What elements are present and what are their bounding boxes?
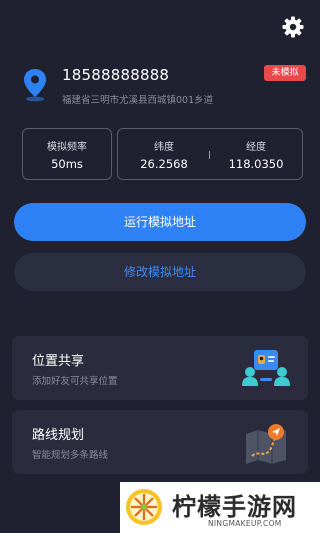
route-planning-panel[interactable]: 路线规划 智能规划多条路线 bbox=[12, 410, 308, 474]
gear-icon[interactable] bbox=[280, 14, 306, 40]
frequency-value: 50ms bbox=[51, 157, 83, 171]
longitude-label: 经度 bbox=[246, 142, 266, 153]
lemon-logo-icon bbox=[126, 489, 162, 525]
location-share-title: 位置共享 bbox=[32, 354, 85, 369]
route-map-icon bbox=[246, 424, 286, 464]
address-text: 福建省三明市尤溪县西城镇001乡道 bbox=[62, 95, 214, 106]
watermark-text: 柠檬手游网 bbox=[172, 493, 297, 521]
latitude-label: 纬度 bbox=[154, 142, 174, 153]
route-planning-title: 路线规划 bbox=[32, 428, 85, 443]
location-share-subtitle: 添加好友可共享位置 bbox=[32, 376, 118, 387]
frequency-label: 模拟频率 bbox=[47, 142, 87, 153]
coordinates-card[interactable]: 纬度 26.2568 经度 118.0350 bbox=[117, 128, 303, 180]
longitude-value: 118.0350 bbox=[228, 157, 284, 171]
location-share-icon bbox=[242, 350, 290, 386]
run-simulation-button[interactable]: 运行模拟地址 bbox=[14, 203, 306, 241]
route-planning-subtitle: 智能规划多条路线 bbox=[32, 450, 109, 461]
watermark-url: NINGMAKEUP.COM bbox=[208, 519, 282, 528]
phone-number: 18588888888 bbox=[62, 66, 170, 84]
location-share-panel[interactable]: 位置共享 添加好友可共享位置 bbox=[12, 336, 308, 400]
watermark: 柠檬手游网 NINGMAKEUP.COM bbox=[120, 482, 320, 533]
frequency-card[interactable]: 模拟频率 50ms bbox=[22, 128, 112, 180]
location-pin-icon bbox=[24, 69, 46, 102]
edit-address-button[interactable]: 修改模拟地址 bbox=[14, 253, 306, 291]
status-badge: 未模拟 bbox=[264, 65, 306, 81]
latitude-value: 26.2568 bbox=[140, 157, 188, 171]
